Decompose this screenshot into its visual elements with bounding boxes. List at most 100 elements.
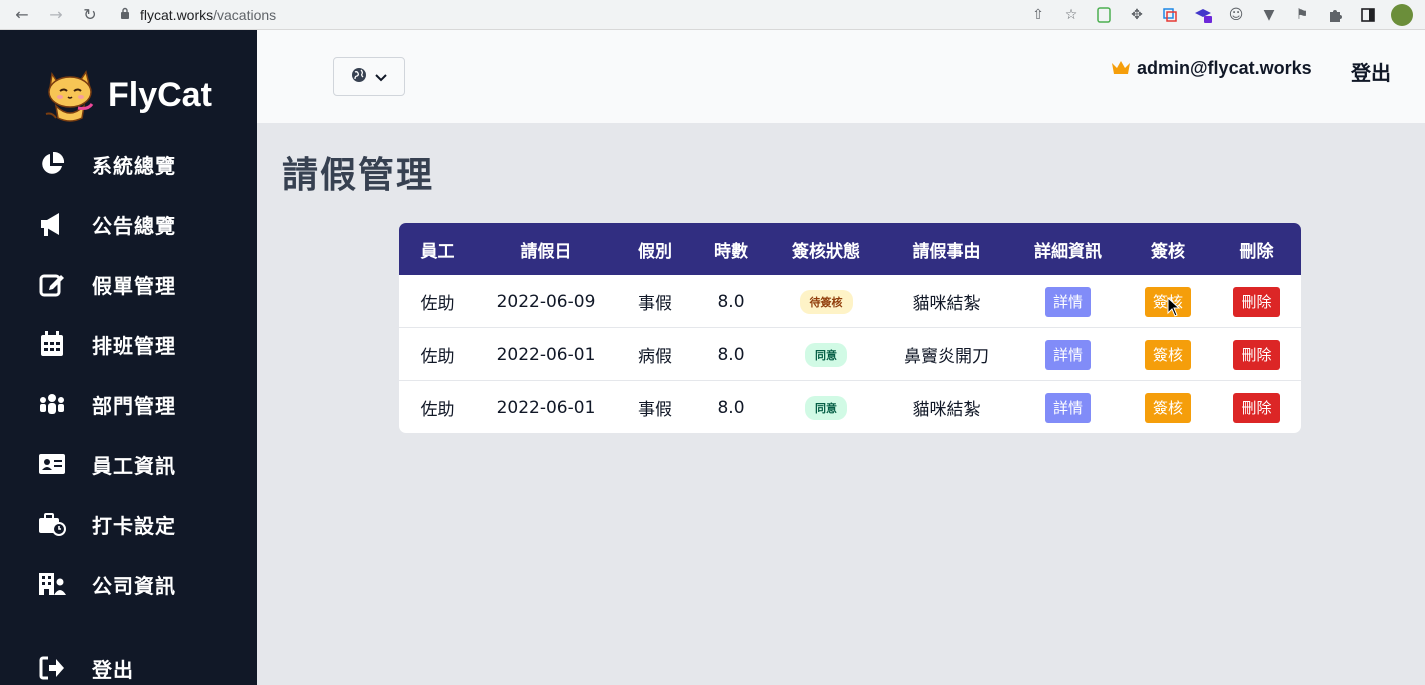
hours-cell: 8.0 bbox=[717, 291, 745, 312]
page-title: 請假管理 bbox=[282, 155, 435, 196]
pie-chart-icon bbox=[38, 150, 66, 178]
sidebar-item-departments[interactable]: 部門管理 bbox=[38, 384, 176, 424]
detail-button[interactable]: 詳情 bbox=[1044, 339, 1091, 370]
status-badge: 待簽核 bbox=[799, 289, 853, 314]
status-badge: 同意 bbox=[805, 395, 847, 420]
profile-avatar[interactable] bbox=[1391, 4, 1413, 26]
table-header: 員工 請假日 假別 時數 簽核狀態 請假事由 詳細資訊 簽核 刪除 bbox=[399, 223, 1301, 275]
user-email: admin@flycat.works bbox=[1137, 58, 1312, 78]
approve-cell: 簽核 bbox=[1127, 381, 1209, 433]
people-group-icon bbox=[38, 390, 66, 418]
megaphone-icon bbox=[38, 210, 66, 238]
delete-button[interactable]: 刪除 bbox=[1233, 286, 1280, 317]
sign-out-icon bbox=[38, 654, 66, 682]
puzzle-icon[interactable] bbox=[1325, 5, 1345, 25]
approve-button[interactable]: 簽核 bbox=[1144, 392, 1191, 423]
approve-cell: 簽核 bbox=[1127, 328, 1209, 381]
detail-button[interactable]: 詳情 bbox=[1044, 392, 1091, 423]
sidebar-item-label: 打卡設定 bbox=[92, 513, 176, 538]
id-card-icon bbox=[38, 450, 66, 478]
hours-cell: 8.0 bbox=[717, 397, 745, 418]
type-cell: 病假 bbox=[638, 347, 672, 367]
date-cell: 2022-06-09 bbox=[496, 291, 596, 312]
sidebar-item-label: 登出 bbox=[92, 657, 134, 682]
extension-face-icon[interactable]: ☺ bbox=[1226, 5, 1246, 25]
column-header: 時數 bbox=[714, 241, 748, 262]
reload-icon[interactable]: ↻ bbox=[82, 5, 98, 24]
forward-arrow-icon[interactable]: → bbox=[48, 5, 64, 24]
extension-graduation-icon[interactable] bbox=[1193, 5, 1213, 25]
browser-extensions: ⇧ ☆ ✥ ☺ ▼ ⚑ bbox=[1028, 4, 1413, 26]
extension-copy-icon[interactable] bbox=[1160, 5, 1180, 25]
extension-doc-icon[interactable] bbox=[1094, 5, 1114, 25]
sidebar-item-label: 部門管理 bbox=[92, 393, 176, 418]
sidebar-item-clock-settings[interactable]: 打卡設定 bbox=[38, 504, 176, 544]
detail-cell: 詳情 bbox=[1009, 381, 1127, 433]
extension-v-icon[interactable]: ▼ bbox=[1259, 5, 1279, 25]
detail-cell: 詳情 bbox=[1009, 328, 1127, 381]
sidebar-item-label: 公司資訊 bbox=[92, 573, 176, 598]
sidebar-item-announcements[interactable]: 公告總覽 bbox=[38, 204, 176, 244]
extension-translate-icon[interactable]: ⚑ bbox=[1292, 5, 1312, 25]
table-row: 佐助 2022-06-01 事假 8.0 同意 貓咪結紮 詳情 簽核 刪除 bbox=[399, 381, 1301, 433]
table-row: 佐助 2022-06-09 事假 8.0 待簽核 貓咪結紮 詳情 簽核 刪除 bbox=[399, 275, 1301, 328]
sidebar-item-dashboard[interactable]: 系統總覽 bbox=[38, 144, 176, 184]
logout-button[interactable]: 登出 bbox=[1351, 57, 1391, 86]
delete-button[interactable]: 刪除 bbox=[1233, 339, 1280, 370]
column-header: 簽核 bbox=[1151, 241, 1185, 262]
reason-cell: 鼻竇炎開刀 bbox=[904, 347, 989, 367]
status-cell: 同意 bbox=[768, 328, 884, 381]
status-cell: 待簽核 bbox=[768, 275, 884, 328]
delete-button[interactable]: 刪除 bbox=[1233, 392, 1280, 423]
sidebar-item-label: 排班管理 bbox=[92, 333, 176, 358]
sidebar-item-employees[interactable]: 員工資訊 bbox=[38, 444, 176, 484]
date-cell: 2022-06-01 bbox=[496, 397, 596, 418]
star-icon[interactable]: ☆ bbox=[1061, 5, 1081, 25]
column-header: 假別 bbox=[638, 241, 672, 262]
crown-icon bbox=[1111, 59, 1131, 79]
type-cell: 事假 bbox=[638, 400, 672, 420]
approve-button[interactable]: 簽核 bbox=[1144, 339, 1191, 370]
briefcase-clock-icon bbox=[38, 510, 66, 538]
address-bar[interactable]: flycat.works/vacations bbox=[120, 7, 276, 23]
globe-icon bbox=[351, 67, 367, 87]
language-dropdown[interactable] bbox=[333, 57, 405, 96]
status-cell: 同意 bbox=[768, 381, 884, 433]
browser-toolbar: ← → ↻ flycat.works/vacations ⇧ ☆ ✥ ☺ ▼ ⚑ bbox=[0, 0, 1425, 30]
lock-icon bbox=[120, 7, 130, 22]
hours-cell: 8.0 bbox=[717, 344, 745, 365]
employee-cell: 佐助 bbox=[420, 347, 455, 367]
sidebar-item-logout[interactable]: 登出 bbox=[38, 648, 134, 685]
sidebar: FlyCat 系統總覽 公告總覽 假單管理 排班管理 部門管理 員工資訊 打卡設… bbox=[0, 30, 257, 685]
calendar-icon bbox=[38, 330, 66, 358]
edit-icon bbox=[38, 270, 66, 298]
status-badge: 同意 bbox=[805, 342, 847, 367]
type-cell: 事假 bbox=[638, 294, 672, 314]
building-user-icon bbox=[38, 570, 66, 598]
browser-nav: ← → ↻ bbox=[0, 5, 98, 24]
sidebar-item-label: 系統總覽 bbox=[92, 153, 176, 178]
extension-move-icon[interactable]: ✥ bbox=[1127, 5, 1147, 25]
mouse-cursor-icon bbox=[1167, 297, 1181, 317]
vacation-table: 員工 請假日 假別 時數 簽核狀態 請假事由 詳細資訊 簽核 刪除 佐助 202… bbox=[399, 223, 1301, 433]
column-header: 簽核狀態 bbox=[792, 241, 860, 262]
sidebar-item-company[interactable]: 公司資訊 bbox=[38, 564, 176, 604]
top-header: admin@flycat.works 登出 bbox=[257, 30, 1425, 123]
sidepanel-icon[interactable] bbox=[1358, 5, 1378, 25]
employee-cell: 佐助 bbox=[420, 294, 455, 314]
reason-cell: 貓咪結紮 bbox=[912, 294, 981, 314]
address-path: /vacations bbox=[213, 6, 277, 23]
detail-cell: 詳情 bbox=[1009, 275, 1127, 328]
chevron-down-icon bbox=[375, 67, 387, 86]
share-icon[interactable]: ⇧ bbox=[1028, 5, 1048, 25]
back-arrow-icon[interactable]: ← bbox=[14, 5, 30, 24]
sidebar-item-leave-management[interactable]: 假單管理 bbox=[38, 264, 176, 304]
detail-button[interactable]: 詳情 bbox=[1044, 286, 1091, 317]
sidebar-item-schedule[interactable]: 排班管理 bbox=[38, 324, 176, 364]
table-row: 佐助 2022-06-01 病假 8.0 同意 鼻竇炎開刀 詳情 簽核 刪除 bbox=[399, 328, 1301, 381]
sidebar-item-label: 員工資訊 bbox=[92, 453, 176, 478]
address-host: flycat.works bbox=[140, 6, 214, 23]
brand[interactable]: FlyCat bbox=[38, 64, 212, 126]
employee-cell: 佐助 bbox=[420, 400, 455, 420]
column-header: 詳細資訊 bbox=[1034, 241, 1102, 262]
